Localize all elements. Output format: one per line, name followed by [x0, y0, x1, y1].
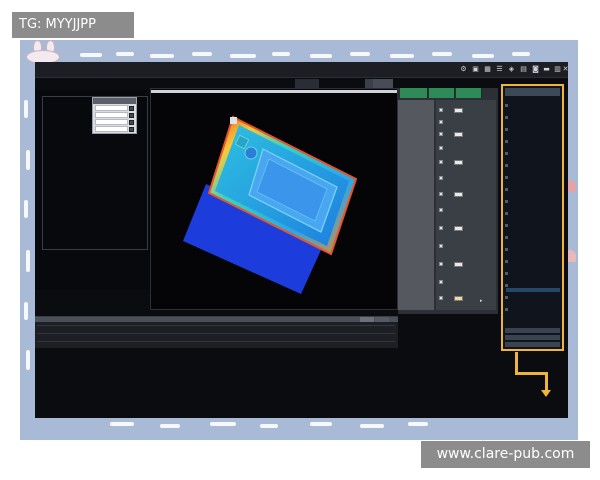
- float-row[interactable]: [95, 112, 128, 118]
- checkbox-icon[interactable]: [439, 244, 443, 248]
- checkbox-icon[interactable]: [129, 120, 134, 125]
- parameter-tabs: [398, 88, 498, 98]
- tree-checkbox[interactable]: [505, 308, 508, 311]
- float-row[interactable]: [95, 105, 128, 111]
- float-panel-header[interactable]: [93, 98, 136, 104]
- checkbox-icon[interactable]: [439, 132, 443, 136]
- grid-icon[interactable]: ▦: [484, 66, 491, 73]
- parameter-value-column: [436, 100, 496, 310]
- arrow-down-icon: [541, 390, 551, 397]
- folder-icon[interactable]: ▬: [543, 66, 550, 73]
- log-panel-header: [35, 317, 398, 322]
- parameter-input[interactable]: [454, 226, 463, 231]
- tree-checkbox[interactable]: [505, 236, 508, 239]
- tree-checkbox[interactable]: [505, 260, 508, 263]
- log-row: [37, 333, 395, 334]
- checkbox-icon[interactable]: [439, 160, 443, 164]
- parameter-input[interactable]: [454, 160, 463, 165]
- highlight-arrow: [515, 372, 547, 375]
- checkbox-icon[interactable]: [439, 108, 443, 112]
- parameter-label-column: [398, 100, 434, 310]
- tree-footer-row[interactable]: [505, 335, 560, 340]
- layers-icon[interactable]: ☰: [496, 66, 503, 73]
- tree-checkbox[interactable]: [505, 200, 508, 203]
- parameter-input[interactable]: [454, 296, 463, 301]
- close-icon[interactable]: ✕: [562, 66, 568, 73]
- tree-checkbox[interactable]: [505, 176, 508, 179]
- checkbox-icon[interactable]: [439, 226, 443, 230]
- tree-checkbox[interactable]: [505, 224, 508, 227]
- checkbox-icon[interactable]: [439, 296, 443, 300]
- checkbox-icon[interactable]: [439, 280, 443, 284]
- screen-icon[interactable]: ▣: [472, 66, 479, 73]
- checkbox-icon[interactable]: [439, 120, 443, 124]
- software-screen: ⚙ ▣ ▦ ☰ ◈ ▤ ◙ ▬ ▥ ✕ ▸: [35, 62, 568, 418]
- parameter-panel: ▸: [398, 88, 498, 314]
- parameter-input[interactable]: [454, 262, 463, 267]
- bunny-decoration-icon: [24, 40, 64, 64]
- tree-checkbox[interactable]: [505, 296, 508, 299]
- expand-arrow-icon[interactable]: ▸: [480, 298, 483, 304]
- cube-icon[interactable]: ◈: [508, 66, 515, 73]
- tree-checkbox[interactable]: [505, 272, 508, 275]
- 3d-viewport[interactable]: [150, 88, 398, 310]
- square-marker-icon[interactable]: [230, 117, 237, 124]
- camera-icon[interactable]: ◙: [532, 66, 539, 73]
- checkbox-icon[interactable]: [439, 176, 443, 180]
- viewport-top-strip: [151, 90, 397, 93]
- tree-selected-row[interactable]: [506, 288, 560, 292]
- tree-checkbox[interactable]: [505, 164, 508, 167]
- tree-footer-row[interactable]: [505, 328, 560, 333]
- checkbox-icon[interactable]: [439, 192, 443, 196]
- watermark-bottom-right: www.clare-pub.com: [421, 441, 590, 468]
- tree-checkbox[interactable]: [505, 188, 508, 191]
- log-row: [37, 325, 395, 326]
- tree-checkbox[interactable]: [505, 116, 508, 119]
- floating-parameter-panel[interactable]: [92, 97, 137, 134]
- checkbox-icon[interactable]: [129, 106, 134, 111]
- highlight-arrow: [515, 352, 518, 374]
- log-tab[interactable]: [375, 317, 389, 322]
- tree-checkbox[interactable]: [505, 284, 508, 287]
- tree-footer-row[interactable]: [505, 342, 560, 347]
- parameter-tab[interactable]: [456, 88, 482, 98]
- checkbox-icon[interactable]: [439, 146, 443, 150]
- parameter-input[interactable]: [454, 192, 463, 197]
- checkbox-icon[interactable]: [439, 208, 443, 212]
- title-bar: ⚙ ▣ ▦ ☰ ◈ ▤ ◙ ▬ ▥ ✕: [35, 62, 568, 78]
- tree-panel-header[interactable]: [505, 88, 560, 96]
- object-tree-panel[interactable]: [501, 84, 564, 351]
- tree-checkbox[interactable]: [505, 152, 508, 155]
- tree-checkbox[interactable]: [505, 248, 508, 251]
- parameter-tab[interactable]: [400, 88, 428, 98]
- tree-checkbox[interactable]: [505, 212, 508, 215]
- watermark-top-left: TG: MYYJJPP: [12, 12, 134, 38]
- checkbox-icon[interactable]: [129, 127, 134, 132]
- log-row: [37, 341, 395, 342]
- log-tab[interactable]: [360, 317, 374, 322]
- parameter-input[interactable]: [454, 132, 463, 137]
- point-cloud-render: [183, 115, 358, 294]
- checkbox-icon[interactable]: [439, 262, 443, 266]
- tree-checkbox[interactable]: [505, 140, 508, 143]
- float-row[interactable]: [95, 119, 128, 125]
- tree-checkbox[interactable]: [505, 128, 508, 131]
- log-panel: [35, 316, 398, 348]
- gear-icon[interactable]: ⚙: [460, 66, 467, 73]
- parameter-input[interactable]: [454, 108, 463, 113]
- tree-checkbox[interactable]: [505, 104, 508, 107]
- highlight-arrow: [545, 372, 548, 392]
- checkbox-icon[interactable]: [129, 113, 134, 118]
- float-row[interactable]: [95, 126, 128, 132]
- parameter-tab[interactable]: [429, 88, 455, 98]
- save-icon[interactable]: ▥: [554, 66, 561, 73]
- lock-icon[interactable]: ▤: [520, 66, 527, 73]
